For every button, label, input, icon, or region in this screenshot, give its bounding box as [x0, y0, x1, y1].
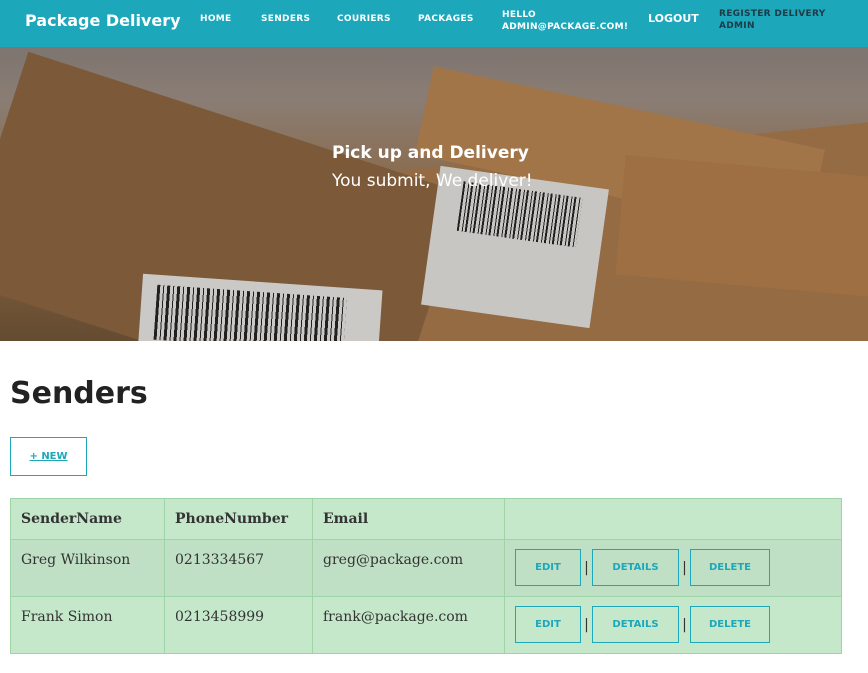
delete-button[interactable]: DELETE — [690, 549, 770, 586]
nav-packages[interactable]: PACKAGES — [418, 14, 474, 24]
action-separator: | — [682, 559, 687, 576]
cell-actions: EDIT | DETAILS | DELETE — [504, 596, 842, 654]
header-actions — [504, 498, 842, 540]
nav-senders[interactable]: SENDERS — [261, 14, 310, 24]
delete-button[interactable]: DELETE — [690, 606, 770, 643]
register-line2: ADMIN — [719, 21, 755, 31]
edit-button[interactable]: EDIT — [515, 549, 581, 586]
logout-button[interactable]: LOGOUT — [648, 12, 699, 25]
table-header-row: SenderName PhoneNumber Email — [10, 498, 842, 540]
header-email: Email — [312, 498, 505, 540]
table-row: Frank Simon 0213458999 frank@package.com… — [10, 596, 842, 654]
action-separator: | — [682, 616, 687, 633]
cell-sender-name: Greg Wilkinson — [10, 539, 165, 597]
hello-line2: ADMIN@PACKAGE.COM! — [502, 22, 629, 32]
hello-user-link[interactable]: HELLO ADMIN@PACKAGE.COM! — [502, 9, 628, 33]
cell-phone-number: 0213458999 — [164, 596, 313, 654]
hero-subtitle: You submit, We deliver! — [332, 171, 533, 191]
action-separator: | — [584, 559, 589, 576]
hero-overlay — [0, 47, 868, 341]
details-button[interactable]: DETAILS — [592, 606, 679, 643]
new-sender-button[interactable]: + NEW — [10, 437, 87, 476]
cell-phone-number: 0213334567 — [164, 539, 313, 597]
details-button[interactable]: DETAILS — [592, 549, 679, 586]
header-sender-name: SenderName — [10, 498, 165, 540]
cell-sender-name: Frank Simon — [10, 596, 165, 654]
hero-banner: Pick up and Delivery You submit, We deli… — [0, 47, 868, 341]
action-separator: | — [584, 616, 589, 633]
header-phone-number: PhoneNumber — [164, 498, 313, 540]
page-title: Senders — [10, 376, 148, 411]
senders-table: SenderName PhoneNumber Email Greg Wilkin… — [10, 498, 842, 654]
cell-actions: EDIT | DETAILS | DELETE — [504, 539, 842, 597]
edit-button[interactable]: EDIT — [515, 606, 581, 643]
hero-title: Pick up and Delivery — [332, 143, 529, 163]
new-sender-label: + NEW — [29, 451, 68, 462]
register-delivery-admin-link[interactable]: REGISTER DELIVERY ADMIN — [719, 8, 826, 32]
cell-email: frank@package.com — [312, 596, 505, 654]
brand-link[interactable]: Package Delivery — [25, 11, 181, 30]
table-row: Greg Wilkinson 0213334567 greg@package.c… — [10, 539, 842, 597]
cell-email: greg@package.com — [312, 539, 505, 597]
nav-couriers[interactable]: COURIERS — [337, 14, 391, 24]
nav-home[interactable]: HOME — [200, 14, 232, 24]
register-line1: REGISTER DELIVERY — [719, 9, 826, 19]
navbar: Package Delivery HOME SENDERS COURIERS P… — [0, 0, 868, 47]
hello-line1: HELLO — [502, 10, 536, 20]
